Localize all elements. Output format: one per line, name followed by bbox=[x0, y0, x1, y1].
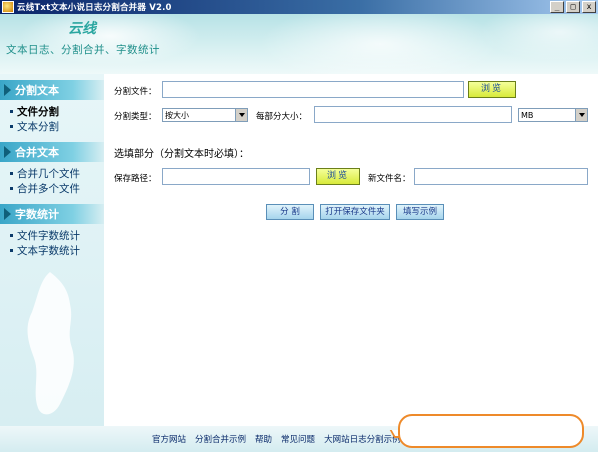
sidebar-section-title: 字数统计 bbox=[15, 208, 59, 221]
sidebar-item-merge-few[interactable]: 合并几个文件 bbox=[10, 166, 104, 181]
split-button[interactable]: 分 割 bbox=[266, 204, 314, 220]
section-arrow-icon bbox=[4, 208, 11, 220]
split-file-input[interactable] bbox=[162, 81, 464, 98]
bullet-icon bbox=[10, 110, 13, 113]
size-unit-value: MB bbox=[521, 110, 534, 120]
merge-nav-list: 合并几个文件 合并多个文件 bbox=[0, 162, 104, 198]
sidebar-item-text-split[interactable]: 文本分割 bbox=[10, 119, 104, 134]
bullet-icon bbox=[10, 234, 13, 237]
sidebar-item-text-wordcount[interactable]: 文本字数统计 bbox=[10, 243, 104, 258]
footer-link-large-site-log-example[interactable]: 大网站日志分割示例 bbox=[324, 433, 401, 445]
split-type-select[interactable]: 按大小 bbox=[162, 108, 248, 122]
map-decoration-icon bbox=[27, 272, 74, 415]
footer-links: 官方网站 分割合并示例 帮助 常见问题 大网站日志分割示例 bbox=[152, 433, 401, 445]
window-controls: _ □ x bbox=[550, 1, 596, 13]
banner-slogan: 文本日志、分割合并、字数统计 bbox=[6, 44, 160, 56]
maximize-button[interactable]: □ bbox=[566, 1, 580, 13]
sidebar-item-file-wordcount[interactable]: 文件字数统计 bbox=[10, 228, 104, 243]
split-type-label: 分割类型： bbox=[114, 112, 157, 122]
open-save-folder-button[interactable]: 打开保存文件夹 bbox=[320, 204, 390, 220]
split-nav-list: 文件分割 文本分割 bbox=[0, 100, 104, 136]
save-path-label: 保存路径： bbox=[114, 174, 157, 184]
app-icon bbox=[2, 1, 14, 13]
part-size-label: 每部分大小： bbox=[256, 112, 308, 122]
sidebar-item-merge-many[interactable]: 合并多个文件 bbox=[10, 181, 104, 196]
window-title: 云线Txt文本小说日志分割合并器 V2.0 bbox=[17, 3, 172, 13]
footer-link-faq[interactable]: 常见问题 bbox=[281, 433, 315, 445]
bullet-icon bbox=[10, 125, 13, 128]
sidebar-section-wordcount[interactable]: 字数统计 bbox=[0, 204, 104, 224]
split-type-value: 按大小 bbox=[165, 110, 189, 120]
sidebar-section-title: 分割文本 bbox=[15, 84, 59, 97]
title-bar[interactable]: 云线Txt文本小说日志分割合并器 V2.0 _ □ x bbox=[0, 0, 598, 14]
wordcount-nav-list: 文件字数统计 文本字数统计 bbox=[0, 224, 104, 260]
bullet-icon bbox=[10, 187, 13, 190]
part-size-input[interactable] bbox=[314, 106, 512, 123]
sidebar-item-label: 合并多个文件 bbox=[17, 183, 80, 195]
fill-example-button[interactable]: 填写示例 bbox=[396, 204, 444, 220]
header-banner: 云线 文本日志、分割合并、字数统计 bbox=[0, 14, 598, 74]
main-panel: 分割文件： 浏览 分割类型： 按大小 每部分大小： MB 选填部分（分割文本时必… bbox=[104, 74, 598, 426]
sidebar-item-label: 文本分割 bbox=[17, 121, 59, 133]
size-unit-select[interactable]: MB bbox=[518, 108, 588, 122]
chevron-down-icon[interactable] bbox=[235, 109, 247, 121]
bullet-icon bbox=[10, 249, 13, 252]
sidebar-section-title: 合并文本 bbox=[15, 146, 59, 159]
browse-save-path-button[interactable]: 浏览 bbox=[316, 168, 360, 185]
sidebar-section-merge[interactable]: 合并文本 bbox=[0, 142, 104, 162]
sidebar-section-split[interactable]: 分割文本 bbox=[0, 80, 104, 100]
sidebar-item-file-split[interactable]: 文件分割 bbox=[10, 104, 104, 119]
sidebar-item-label: 文本字数统计 bbox=[17, 245, 80, 257]
save-path-input[interactable] bbox=[162, 168, 310, 185]
chevron-down-icon[interactable] bbox=[575, 109, 587, 121]
bullet-icon bbox=[10, 172, 13, 175]
section-arrow-icon bbox=[4, 146, 11, 158]
minimize-button[interactable]: _ bbox=[550, 1, 564, 13]
new-filename-input[interactable] bbox=[414, 168, 588, 185]
sidebar-item-label: 合并几个文件 bbox=[17, 168, 80, 180]
sidebar: 分割文本 文件分割 文本分割 合并文本 合并几个文件 合并多个文件 字数统计 文 bbox=[0, 74, 104, 426]
browse-split-file-button[interactable]: 浏览 bbox=[468, 81, 516, 98]
footer-link-split-merge-example[interactable]: 分割合并示例 bbox=[195, 433, 246, 445]
new-filename-label: 新文件名： bbox=[368, 174, 411, 184]
sidebar-item-label: 文件分割 bbox=[17, 106, 59, 118]
footer-link-help[interactable]: 帮助 bbox=[255, 433, 272, 445]
sidebar-item-label: 文件字数统计 bbox=[17, 230, 80, 242]
section-arrow-icon bbox=[4, 84, 11, 96]
callout-balloon bbox=[398, 414, 584, 448]
footer-link-official-site[interactable]: 官方网站 bbox=[152, 433, 186, 445]
brand-logo-text: 云线 bbox=[68, 21, 96, 37]
close-button[interactable]: x bbox=[582, 1, 596, 13]
optional-section-title: 选填部分（分割文本时必填）： bbox=[114, 149, 249, 160]
split-file-label: 分割文件： bbox=[114, 87, 157, 97]
